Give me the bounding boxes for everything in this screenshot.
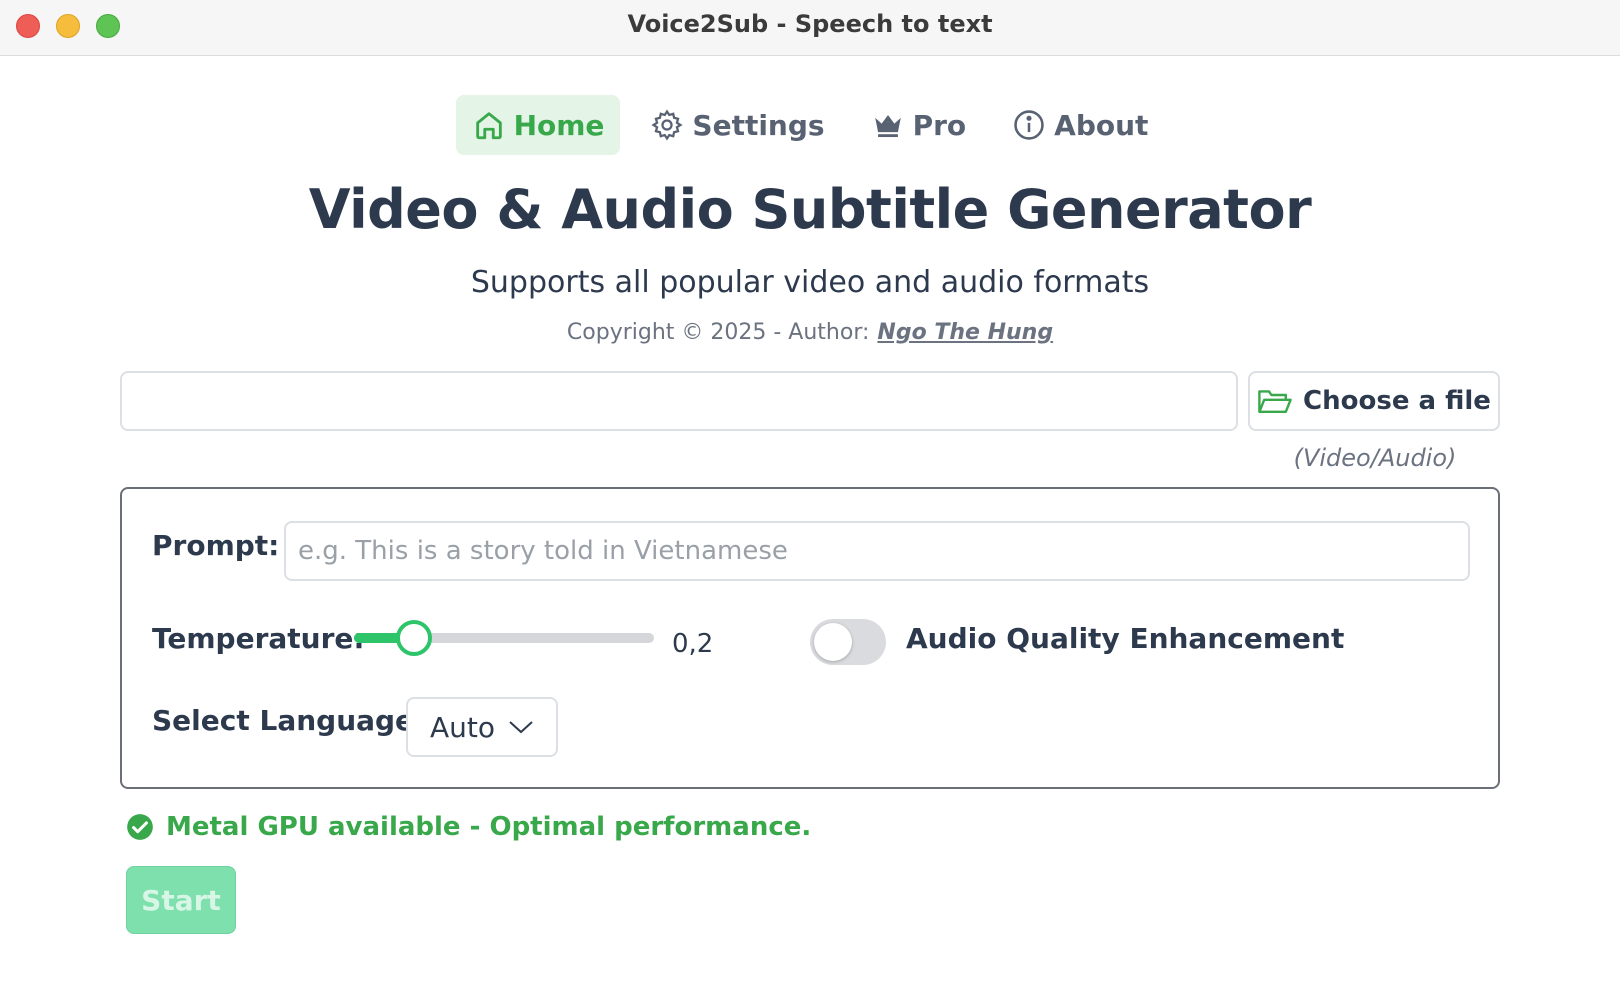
audio-enhancement-label: Audio Quality Enhancement bbox=[906, 622, 1345, 655]
language-selected-value: Auto bbox=[430, 710, 496, 744]
folder-open-icon bbox=[1258, 390, 1292, 413]
page-title: Video & Audio Subtitle Generator bbox=[308, 178, 1312, 241]
temperature-label: Temperature: bbox=[152, 622, 365, 655]
nav-settings[interactable]: Settings bbox=[634, 95, 840, 155]
chevron-down-icon bbox=[509, 721, 533, 734]
check-circle-icon bbox=[127, 814, 153, 840]
info-icon bbox=[1014, 110, 1044, 140]
top-nav: Home Settings Pro About bbox=[0, 95, 1620, 155]
crown-icon bbox=[874, 115, 901, 138]
nav-pro[interactable]: Pro bbox=[855, 95, 983, 155]
home-icon bbox=[475, 112, 502, 140]
temperature-value: 0,2 bbox=[672, 629, 714, 659]
page-subtitle: Supports all popular video and audio for… bbox=[470, 265, 1150, 300]
audio-enhancement-toggle[interactable] bbox=[810, 619, 886, 665]
choose-file-button[interactable]: Choose a file bbox=[1248, 371, 1500, 431]
nav-pro-label: Pro bbox=[912, 108, 967, 142]
file-type-hint: (Video/Audio) bbox=[1293, 444, 1457, 472]
temperature-slider[interactable] bbox=[354, 620, 654, 656]
gpu-status: Metal GPU available - Optimal performanc… bbox=[126, 812, 811, 842]
author-link[interactable]: Ngo The Hung bbox=[877, 320, 1053, 345]
prompt-label: Prompt: bbox=[152, 529, 280, 562]
nav-about-label: About bbox=[1054, 108, 1149, 142]
gpu-status-text: Metal GPU available - Optimal performanc… bbox=[166, 812, 812, 842]
slider-thumb[interactable] bbox=[396, 620, 432, 656]
file-path-field[interactable] bbox=[120, 371, 1238, 431]
prompt-input[interactable] bbox=[284, 521, 1470, 581]
language-select[interactable]: Auto bbox=[406, 697, 558, 757]
settings-panel: Prompt: Temperature: 0,2 Audio Quality E… bbox=[120, 487, 1500, 789]
gear-icon bbox=[651, 109, 683, 141]
window-title: Voice2Sub - Speech to text bbox=[627, 10, 993, 38]
copyright-text: Copyright © 2025 - Author: bbox=[566, 320, 870, 345]
toggle-knob bbox=[814, 623, 852, 661]
nav-home-label: Home bbox=[513, 108, 605, 142]
copyright-line: Copyright © 2025 - Author: Ngo The Hung bbox=[0, 320, 1620, 345]
choose-file-label: Choose a file bbox=[1303, 386, 1491, 416]
app-window: Voice2Sub - Speech to text Home Settings… bbox=[0, 0, 1620, 990]
nav-settings-label: Settings bbox=[692, 108, 825, 142]
language-label: Select Language: bbox=[152, 704, 426, 737]
nav-about[interactable]: About bbox=[996, 95, 1164, 155]
start-button[interactable]: Start bbox=[126, 866, 236, 934]
title-bar: Voice2Sub - Speech to text bbox=[0, 0, 1620, 56]
nav-home[interactable]: Home bbox=[455, 95, 621, 155]
